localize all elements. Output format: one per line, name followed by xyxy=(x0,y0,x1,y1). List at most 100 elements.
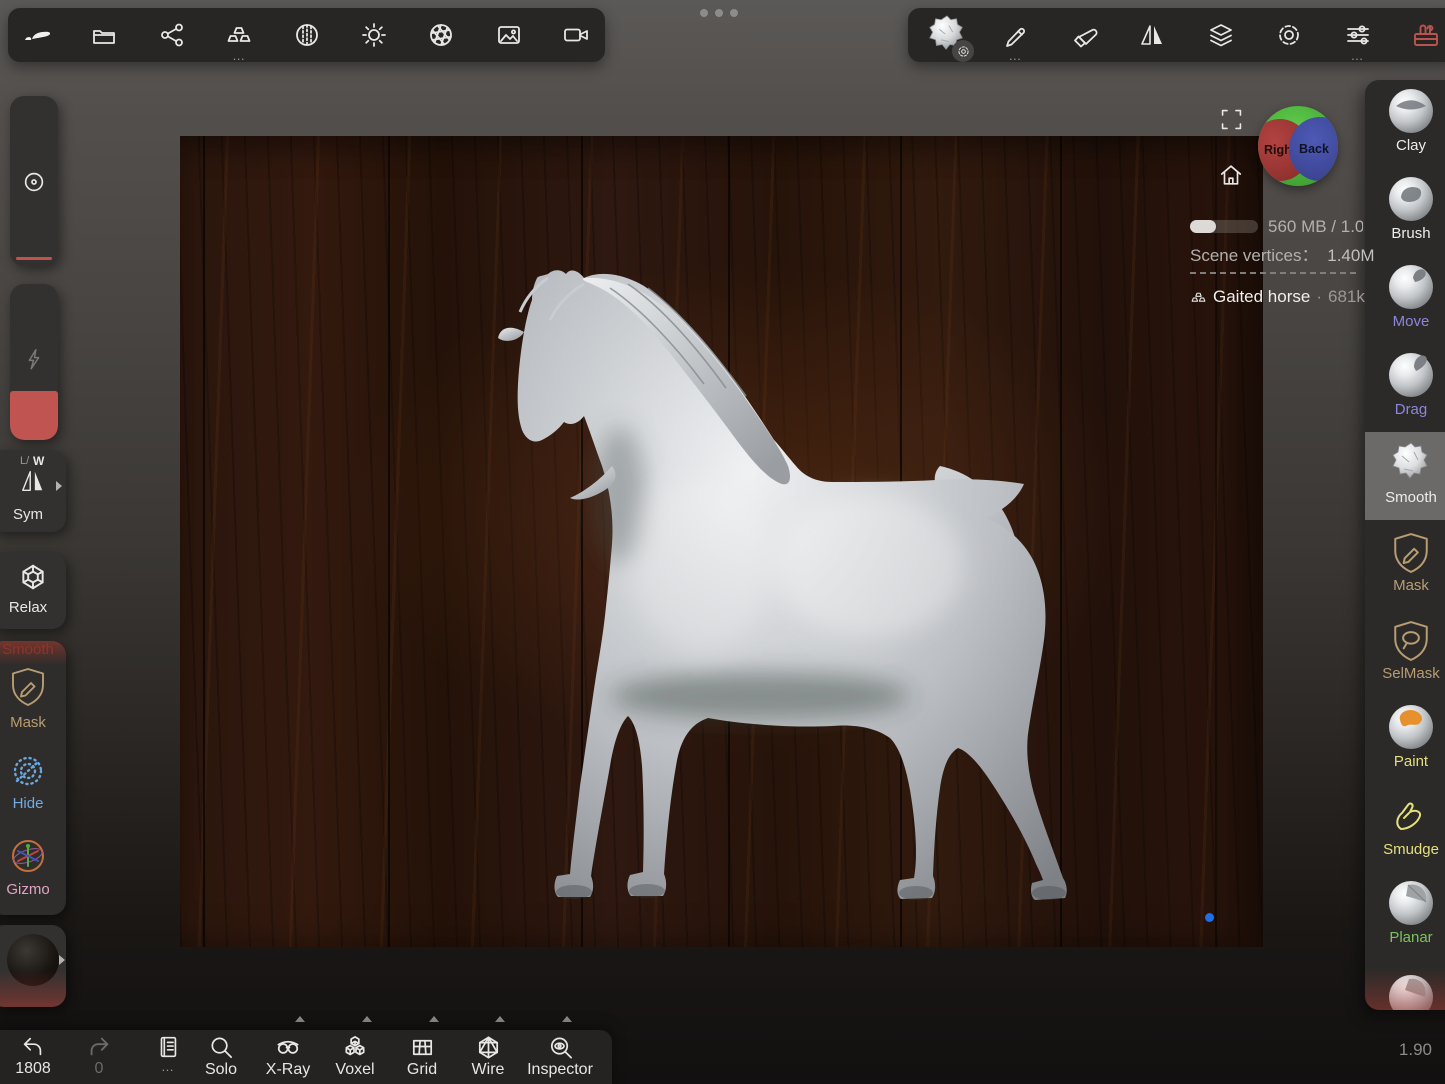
mask-shield-icon xyxy=(10,667,46,707)
voxel-toggle[interactable]: Voxel xyxy=(322,1034,388,1079)
material-panel[interactable] xyxy=(0,925,66,1007)
tool-planar[interactable]: Planar xyxy=(1365,872,1445,960)
scene-graph-icon[interactable] xyxy=(149,12,195,58)
voxel-label: Voxel xyxy=(335,1061,374,1079)
selmask-tool-icon xyxy=(1389,617,1433,665)
gizmo-axes-icon xyxy=(9,837,47,875)
wire-toggle[interactable]: Wire xyxy=(455,1034,521,1079)
memory-text: 560 MB / 1.09 G xyxy=(1268,217,1363,237)
inspector-caret[interactable] xyxy=(562,1016,572,1022)
redo-button[interactable]: 0 xyxy=(66,1034,132,1078)
intensity-slider[interactable] xyxy=(10,284,58,440)
settings-gear-icon[interactable] xyxy=(1266,12,1312,58)
symmetry-panel[interactable]: L/ W Sym xyxy=(0,450,66,532)
material-sphere[interactable] xyxy=(7,934,59,986)
tool-drag[interactable]: Drag xyxy=(1365,344,1445,432)
app-logo-icon[interactable] xyxy=(14,12,60,58)
memory-bar-fill xyxy=(1190,220,1216,233)
voxel-caret[interactable] xyxy=(362,1016,372,1022)
radius-icon xyxy=(21,169,47,195)
multitask-handle[interactable] xyxy=(700,9,746,17)
tool-label: Brush xyxy=(1391,225,1430,242)
tool-partial[interactable] xyxy=(1365,960,1445,1010)
layers-icon[interactable] xyxy=(1198,12,1244,58)
sym-mirror-icon xyxy=(20,469,46,493)
zoom-scale-value: 1.90 xyxy=(1378,1040,1432,1060)
viewport-canvas[interactable] xyxy=(180,136,1263,947)
tool-label: Move xyxy=(1393,313,1430,330)
sym-label: Sym xyxy=(0,506,56,523)
move-tool-icon xyxy=(1389,265,1433,309)
relax-button[interactable]: Relax xyxy=(0,553,66,629)
fullscreen-button[interactable] xyxy=(1219,107,1244,137)
gizmo-back-label: Back xyxy=(1299,142,1329,156)
horse-model[interactable] xyxy=(180,136,1263,947)
tool-clay[interactable]: Clay xyxy=(1365,80,1445,168)
grid-caret[interactable] xyxy=(429,1016,439,1022)
relax-label: Relax xyxy=(0,599,56,616)
home-view-button[interactable] xyxy=(1218,162,1244,193)
scene-vertices-label: Scene vertices： xyxy=(1190,246,1319,265)
hide-quick-label: Hide xyxy=(0,795,56,812)
radius-slider-value xyxy=(16,257,52,260)
flatten-tool-icon xyxy=(1389,975,1433,1010)
smudge-tool-icon xyxy=(1389,793,1433,841)
interface-sliders-icon[interactable]: … xyxy=(1335,12,1381,58)
orientation-gizmo[interactable]: Right Back xyxy=(1258,106,1338,186)
stroke-cursor-dot xyxy=(1205,913,1214,922)
tool-mask[interactable]: Mask xyxy=(1365,520,1445,608)
gizmo-quick-button[interactable]: Gizmo xyxy=(0,837,56,898)
inspector-toggle[interactable]: Inspector xyxy=(522,1034,598,1079)
redo-count: 0 xyxy=(95,1060,104,1078)
wire-caret[interactable] xyxy=(495,1016,505,1022)
object-row[interactable]: Gaited horse · 681k xyxy=(1190,287,1365,307)
toolbox-icon[interactable] xyxy=(1403,12,1445,58)
top-right-toolbar: … … xyxy=(908,8,1445,62)
xray-caret[interactable] xyxy=(295,1016,305,1022)
video-camera-icon[interactable] xyxy=(553,12,599,58)
intensity-icon xyxy=(21,346,47,372)
grid-toggle[interactable]: Grid xyxy=(389,1034,455,1079)
inspector-label: Inspector xyxy=(527,1061,593,1079)
tool-sidebar: Clay Brush Move Drag Smooth xyxy=(1365,80,1445,1010)
solo-toggle[interactable]: Solo xyxy=(188,1034,254,1079)
tool-settings-gear-badge[interactable] xyxy=(952,40,974,62)
lighting-sun-icon[interactable] xyxy=(351,12,397,58)
mask-quick-button[interactable]: Mask xyxy=(0,667,56,731)
sym-mode-suffix: W xyxy=(33,454,44,468)
tool-selmask[interactable]: SelMask xyxy=(1365,608,1445,696)
symmetry-icon[interactable] xyxy=(1129,12,1175,58)
material-expand-arrow[interactable] xyxy=(59,955,65,965)
sym-expand-arrow[interactable] xyxy=(56,481,62,491)
camera-aperture-icon[interactable] xyxy=(418,12,464,58)
tool-label: Paint xyxy=(1394,753,1428,770)
fabric-sphere-icon[interactable] xyxy=(284,12,330,58)
radius-slider[interactable] xyxy=(10,96,58,266)
hide-dots-icon xyxy=(9,753,47,789)
material-bricks-icon[interactable]: … xyxy=(216,12,262,58)
tool-move[interactable]: Move xyxy=(1365,256,1445,344)
tool-brush[interactable]: Brush xyxy=(1365,168,1445,256)
nomad-sculpt-app: { "ui": { "more": "…" }, "top_left_toolb… xyxy=(0,0,1445,1084)
more-indicator: … xyxy=(232,51,246,61)
stylus-pencil-icon[interactable]: … xyxy=(992,12,1038,58)
smooth-tool-icon xyxy=(1389,441,1433,485)
undo-button[interactable]: 1808 xyxy=(0,1034,66,1078)
painting-brush-icon[interactable] xyxy=(1061,12,1107,58)
tool-label: Planar xyxy=(1389,929,1432,946)
paint-tool-icon xyxy=(1389,705,1433,749)
tool-smooth[interactable]: Smooth xyxy=(1365,432,1445,520)
tool-smudge[interactable]: Smudge xyxy=(1365,784,1445,872)
object-vertex-count: 681k xyxy=(1328,287,1365,307)
bottom-toolbar: 1808 0 … Solo X-Ray Voxel Grid Wire Insp… xyxy=(0,1030,612,1084)
xray-toggle[interactable]: X-Ray xyxy=(255,1034,321,1079)
active-tool-sphere-icon[interactable] xyxy=(924,12,970,58)
hide-quick-button[interactable]: Hide xyxy=(0,753,56,812)
background-image-icon[interactable] xyxy=(486,12,532,58)
clay-tool-icon xyxy=(1389,89,1433,133)
tool-paint[interactable]: Paint xyxy=(1365,696,1445,784)
more-indicator: … xyxy=(161,1062,175,1072)
tool-label: Smudge xyxy=(1383,841,1439,858)
object-bricks-icon xyxy=(1190,289,1207,306)
files-folder-icon[interactable] xyxy=(81,12,127,58)
